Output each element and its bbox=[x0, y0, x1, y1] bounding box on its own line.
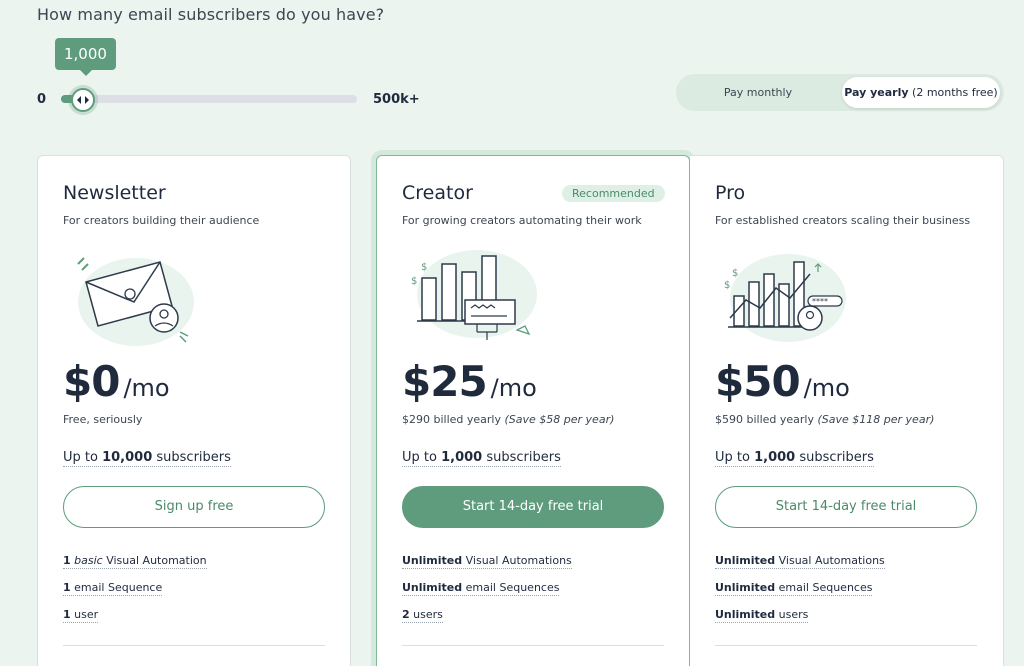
feature-text: user bbox=[70, 608, 99, 621]
plan-subtitle: For creators building their audience bbox=[63, 214, 260, 227]
slider-min-label: 0 bbox=[37, 92, 47, 107]
subscriber-limit-prefix: Up to bbox=[402, 450, 442, 465]
price-note-save: (Save $118 per year) bbox=[817, 413, 935, 426]
price-amount: $0 bbox=[63, 357, 120, 406]
drag-arrows-icon bbox=[77, 96, 89, 104]
svg-text:$: $ bbox=[411, 276, 417, 287]
feature-item: 1 basic Visual Automation bbox=[63, 554, 207, 569]
subscriber-question: How many email subscribers do you have? bbox=[37, 5, 385, 24]
feature-bold: Unlimited bbox=[715, 608, 776, 621]
subscriber-limit-prefix: Up to bbox=[63, 450, 103, 465]
svg-text:$: $ bbox=[724, 280, 730, 291]
slider-track[interactable] bbox=[61, 95, 357, 103]
feature-bold: 2 bbox=[402, 608, 410, 621]
price-amount: $25 bbox=[402, 357, 488, 406]
feature-bold: 1 bbox=[63, 581, 71, 594]
plan-card-creator: Creator Recommended For growing creators… bbox=[376, 155, 690, 666]
subscriber-limit-suffix: subscribers bbox=[482, 450, 561, 465]
price-note: $590 billed yearly (Save $118 per year) bbox=[715, 413, 934, 426]
price-note: Free, seriously bbox=[63, 413, 142, 426]
feature-text: email Sequence bbox=[70, 581, 163, 594]
price-note-text: Free, seriously bbox=[63, 413, 143, 426]
plan-card-pro: Pro For established creators scaling the… bbox=[690, 155, 1004, 666]
feature-list: 1 basic Visual Automation 1 email Sequen… bbox=[63, 549, 207, 630]
start-trial-button-pro[interactable]: Start 14-day free trial bbox=[715, 486, 977, 528]
svg-text:$: $ bbox=[732, 268, 738, 279]
feature-bold: Unlimited bbox=[715, 554, 776, 567]
svg-text:$: $ bbox=[421, 262, 427, 273]
plan-price: $25 /mo bbox=[402, 357, 537, 406]
envelope-illustration bbox=[77, 257, 194, 346]
slider-value-tooltip: 1,000 bbox=[55, 38, 116, 76]
billing-toggle: Pay monthly Pay yearly (2 months free) bbox=[676, 74, 1004, 111]
feature-item: 1 email Sequence bbox=[63, 581, 163, 596]
feature-item: Unlimited email Sequences bbox=[715, 581, 873, 596]
subscriber-limit-suffix: subscribers bbox=[795, 450, 874, 465]
subscriber-limit: Up to 1,000 subscribers bbox=[402, 450, 561, 467]
plan-name: Pro bbox=[715, 182, 746, 204]
subscriber-limit-count: 10,000 bbox=[102, 450, 153, 465]
price-note: $290 billed yearly (Save $58 per year) bbox=[402, 413, 614, 426]
slider-max-label: 500k+ bbox=[373, 92, 420, 107]
subscriber-limit: Up to 1,000 subscribers bbox=[715, 450, 874, 467]
feature-bold: 1 bbox=[63, 608, 71, 621]
feature-text: email Sequences bbox=[775, 581, 873, 594]
feature-bold: Unlimited bbox=[402, 581, 463, 594]
plan-price: $50 /mo bbox=[715, 357, 850, 406]
plan-name: Creator bbox=[402, 182, 473, 204]
plan-name: Newsletter bbox=[63, 182, 166, 204]
price-unit: /mo bbox=[490, 374, 537, 402]
feature-list: Unlimited Visual Automations Unlimited e… bbox=[402, 549, 572, 630]
subscriber-limit: Up to 10,000 subscribers bbox=[63, 450, 231, 467]
recommended-badge: Recommended bbox=[562, 185, 665, 202]
feature-bold: 1 bbox=[63, 554, 71, 567]
price-note-text: $590 billed yearly bbox=[715, 413, 818, 426]
feature-item: Unlimited users bbox=[715, 608, 809, 623]
price-unit: /mo bbox=[803, 374, 850, 402]
price-note-save: (Save $58 per year) bbox=[504, 413, 615, 426]
feature-italic: basic bbox=[74, 554, 103, 567]
card-divider bbox=[715, 645, 977, 646]
feature-bold: Unlimited bbox=[715, 581, 776, 594]
plan-card-newsletter: Newsletter For creators building their a… bbox=[37, 155, 351, 666]
price-note-text: $290 billed yearly bbox=[402, 413, 505, 426]
feature-text: users bbox=[409, 608, 443, 621]
slider-thumb[interactable] bbox=[71, 88, 95, 112]
feature-text: Visual Automations bbox=[462, 554, 572, 567]
svg-text:****: **** bbox=[812, 297, 828, 306]
plan-price: $0 /mo bbox=[63, 357, 170, 406]
card-divider bbox=[402, 645, 664, 646]
feature-text: Visual Automation bbox=[102, 554, 207, 567]
feature-item: 2 users bbox=[402, 608, 443, 623]
pay-monthly-option[interactable]: Pay monthly bbox=[676, 77, 840, 108]
plan-subtitle: For established creators scaling their b… bbox=[715, 214, 971, 227]
price-unit: /mo bbox=[123, 374, 170, 402]
feature-text: Visual Automations bbox=[775, 554, 885, 567]
feature-item: Unlimited Visual Automations bbox=[715, 554, 885, 569]
plan-subtitle: For growing creators automating their wo… bbox=[402, 214, 642, 227]
growth-chart-illustration: **** $ $ bbox=[724, 254, 846, 342]
price-amount: $50 bbox=[715, 357, 801, 406]
subscriber-limit-count: 1,000 bbox=[441, 450, 483, 465]
feature-bold: Unlimited bbox=[402, 554, 463, 567]
bar-chart-illustration: $ $ bbox=[411, 250, 537, 340]
feature-item: Unlimited email Sequences bbox=[402, 581, 560, 596]
sign-up-free-button[interactable]: Sign up free bbox=[63, 486, 325, 528]
start-trial-button-creator[interactable]: Start 14-day free trial bbox=[402, 486, 664, 528]
feature-text: users bbox=[775, 608, 809, 621]
feature-text: email Sequences bbox=[462, 581, 560, 594]
subscriber-slider: 1,000 0 500k+ bbox=[37, 38, 457, 118]
pay-yearly-label: Pay yearly bbox=[844, 86, 909, 99]
card-divider bbox=[63, 645, 325, 646]
pay-yearly-note: (2 months free) bbox=[912, 86, 998, 99]
subscriber-limit-suffix: subscribers bbox=[152, 450, 231, 465]
subscriber-limit-count: 1,000 bbox=[754, 450, 796, 465]
feature-list: Unlimited Visual Automations Unlimited e… bbox=[715, 549, 885, 630]
pay-yearly-option[interactable]: Pay yearly (2 months free) bbox=[842, 77, 1000, 108]
subscriber-limit-prefix: Up to bbox=[715, 450, 755, 465]
feature-item: 1 user bbox=[63, 608, 99, 623]
feature-item: Unlimited Visual Automations bbox=[402, 554, 572, 569]
